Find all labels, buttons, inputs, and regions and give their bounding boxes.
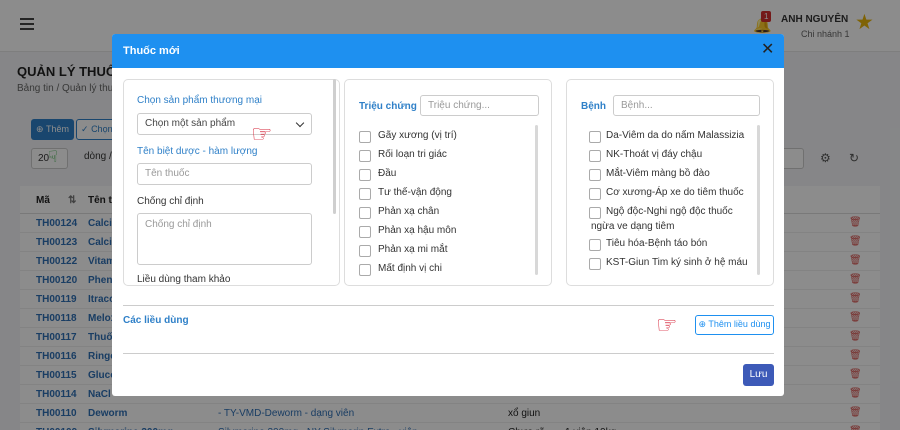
symptom-checkbox[interactable] [359, 131, 371, 143]
plus-circle-icon: ⊕ [698, 319, 707, 329]
drug-info-panel: Chọn sản phẩm thương mại Chọn một sản ph… [123, 79, 340, 286]
symptom-checkbox[interactable] [359, 264, 371, 276]
disease-label: Ngộ độc-Nghi ngộ độc thuốc [606, 206, 733, 217]
disease-checkbox[interactable] [589, 239, 601, 251]
diseases-panel: Bệnh Bệnh... Da-Viêm da do nấm Malassizi… [566, 79, 774, 286]
disease-label: Cơ xương-Áp xe do tiêm thuốc [606, 187, 744, 198]
diseases-label: Bệnh [581, 101, 606, 112]
symptom-checkbox[interactable] [359, 169, 371, 181]
save-button[interactable]: Lưu [743, 364, 774, 386]
divider [123, 305, 774, 306]
symptom-checkbox[interactable] [359, 207, 371, 219]
disease-checkbox[interactable] [589, 207, 601, 219]
disease-checkbox[interactable] [589, 131, 601, 143]
add-dosage-button[interactable]: ⊕ Thêm liều dùng [695, 315, 774, 335]
modal-title: Thuốc mới [123, 45, 180, 57]
product-label: Chọn sản phẩm thương mại [137, 95, 262, 106]
symptom-checkbox[interactable] [359, 245, 371, 257]
symptoms-search-input[interactable]: Triệu chứng... [420, 95, 539, 116]
drug-name-label: Tên biệt dược - hàm lượng [137, 146, 258, 157]
dosage-section-label: Các liều dùng [123, 315, 189, 326]
divider [123, 353, 774, 354]
disease-label: Da-Viêm da do nấm Malassizia [606, 130, 745, 141]
contraindication-textarea[interactable]: Chống chỉ định [137, 213, 312, 265]
disease-label: NK-Thoát vị đáy chậu [606, 149, 703, 160]
symptom-label: Tư thế-vận động [378, 187, 452, 198]
symptom-label: Phản xạ hậu môn [378, 225, 457, 236]
pointing-hand-icon: ☞ [656, 312, 678, 339]
disease-label: Tiêu hóa-Bệnh táo bón [606, 238, 708, 249]
symptom-checkbox[interactable] [359, 188, 371, 200]
modal-header: Thuốc mới ✕ [112, 34, 784, 68]
symptom-checkbox[interactable] [359, 150, 371, 162]
form-scrollbar[interactable] [333, 79, 336, 214]
symptom-label: Mất định vị chi [378, 263, 442, 274]
symptoms-label: Triệu chứng [359, 101, 417, 112]
disease-checkbox[interactable] [589, 169, 601, 181]
product-select-value: Chọn một sản phẩm [145, 118, 236, 129]
symptoms-scrollbar[interactable] [535, 125, 538, 275]
disease-checkbox[interactable] [589, 150, 601, 162]
symptom-label: Rối loạn tri giác [378, 149, 447, 160]
symptom-label: Gãy xương (vị trí) [378, 130, 457, 141]
new-drug-modal: Thuốc mới ✕ Chọn sản phẩm thương mại Chọ… [112, 34, 784, 396]
symptom-label: Phản xạ mi mắt [378, 244, 448, 255]
symptom-checkbox[interactable] [359, 226, 371, 238]
diseases-search-input[interactable]: Bệnh... [613, 95, 760, 116]
contraindication-label: Chống chỉ định [137, 196, 204, 207]
disease-checkbox[interactable] [589, 188, 601, 200]
diseases-scrollbar[interactable] [757, 125, 760, 275]
symptoms-panel: Triệu chứng Triệu chứng... Gãy xương (vị… [344, 79, 552, 286]
disease-checkbox[interactable] [589, 258, 601, 270]
symptom-label: Phản xạ chân [378, 206, 440, 217]
disease-label-continued: ngừa ve dạng tiêm [591, 221, 675, 232]
product-select[interactable]: Chọn một sản phẩm [137, 113, 312, 135]
disease-label: KST-Giun Tim ký sinh ở hệ máu [606, 257, 748, 268]
dosage-reference-label: Liều dùng tham khảo [137, 274, 231, 285]
symptom-label: Đầu [378, 168, 397, 179]
drug-name-input[interactable]: Tên thuốc [137, 163, 312, 185]
disease-label: Mắt-Viêm màng bồ đào [606, 168, 710, 179]
pointing-hand-icon: ☞ [251, 121, 273, 148]
close-icon[interactable]: ✕ [761, 41, 774, 59]
add-dosage-label: Thêm liều dùng [708, 319, 771, 329]
chevron-down-icon [295, 118, 305, 128]
